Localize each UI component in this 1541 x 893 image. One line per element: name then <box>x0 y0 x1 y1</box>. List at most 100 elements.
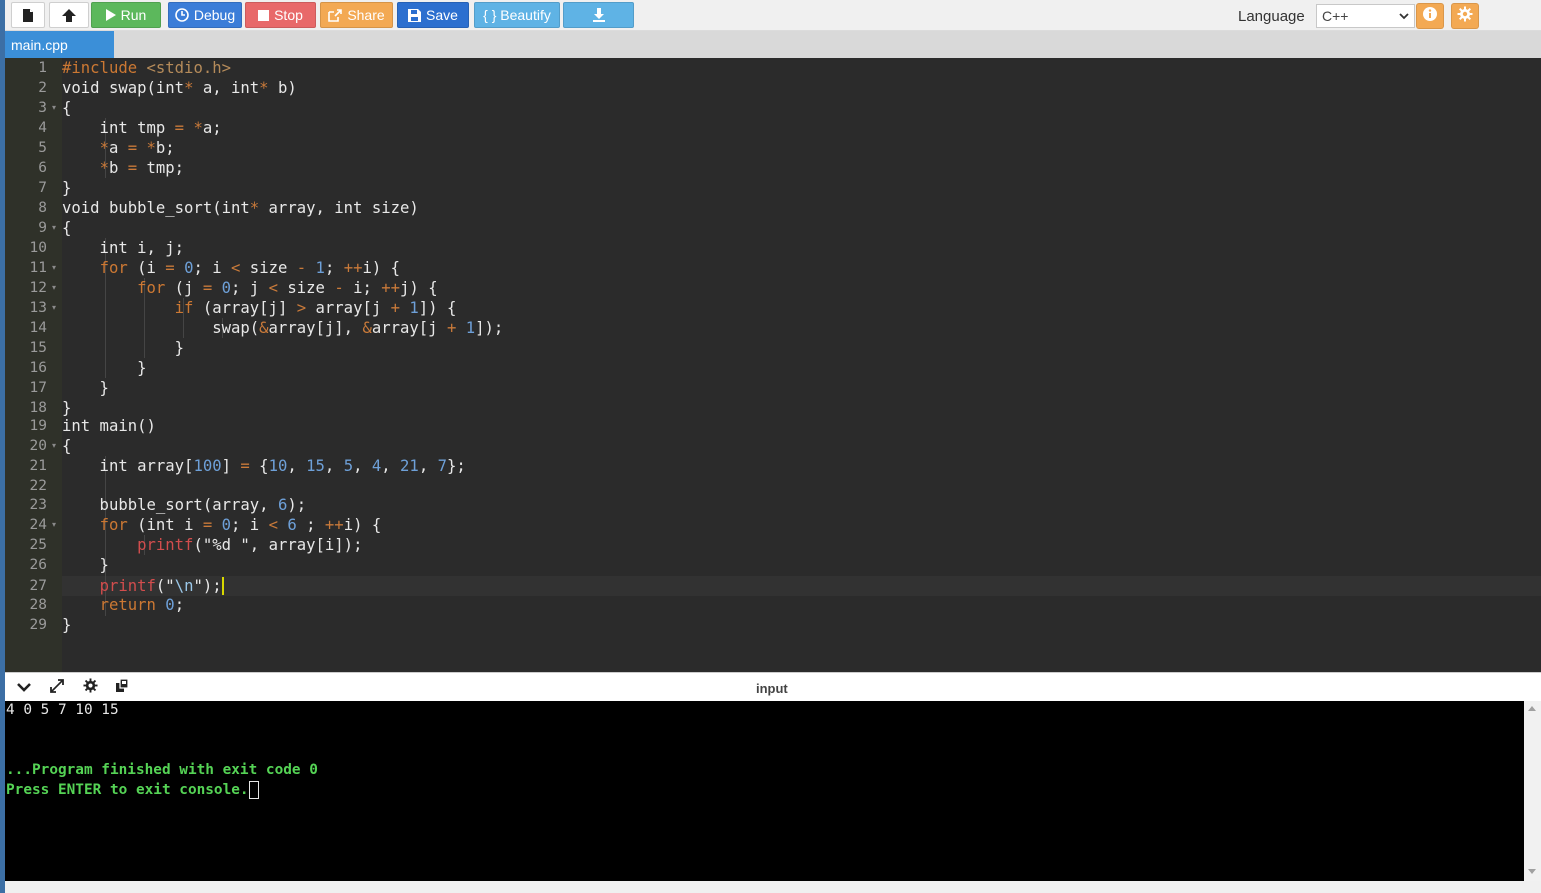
line-number: 2 <box>38 80 47 96</box>
console-toolbar: input <box>5 672 1541 701</box>
settings-button[interactable] <box>1451 3 1479 29</box>
console-copy-button[interactable] <box>113 678 131 696</box>
tab-main-cpp[interactable]: main.cpp <box>5 31 114 58</box>
code-line: void swap(int* a, int* b) <box>62 79 297 97</box>
beautify-label: { } Beautify <box>483 7 551 23</box>
code-line: *a = *b; <box>99 139 175 157</box>
save-button[interactable]: Save <box>397 2 469 28</box>
tab-label: main.cpp <box>11 36 68 53</box>
line-number: 13 <box>29 300 47 316</box>
language-selected-value: C++ <box>1322 8 1349 24</box>
line-number: 23 <box>29 497 47 513</box>
code-line: for (i = 0; i < size - 1; ++i) { <box>99 259 401 277</box>
code-area[interactable]: #include <stdio.h> void swap(int* a, int… <box>62 58 1541 672</box>
line-number: 6 <box>38 160 47 176</box>
code-line: } <box>62 399 72 417</box>
code-line: int i, j; <box>62 239 185 257</box>
fold-toggle-icon[interactable]: ▾ <box>52 515 56 535</box>
run-button[interactable]: Run <box>91 2 161 28</box>
online-compiler-window: Run Debug Stop Share Save {} Beautify L… <box>0 0 1541 893</box>
stop-button[interactable]: Stop <box>245 2 316 28</box>
line-number: 21 <box>29 458 47 474</box>
language-label: Language <box>1238 8 1305 25</box>
line-number: 11 <box>29 260 47 276</box>
fold-toggle-icon[interactable]: ▾ <box>52 258 56 278</box>
code-line: int main() <box>62 417 156 435</box>
download-button[interactable] <box>563 2 634 28</box>
toolbar: Run Debug Stop Share Save {} Beautify L… <box>5 0 1541 31</box>
code-line: { <box>62 437 72 455</box>
code-line: for (int i = 0; i < 6 ; ++i) { <box>99 516 382 534</box>
line-number: 8 <box>38 200 47 216</box>
terminal-cursor <box>248 781 259 799</box>
line-number: 19 <box>29 418 47 434</box>
share-button[interactable]: Share <box>320 2 393 28</box>
info-icon <box>1422 6 1438 27</box>
code-line-active: printf("\n"); <box>99 577 224 595</box>
code-line: { <box>62 219 72 237</box>
share-icon <box>328 8 343 22</box>
expand-console-button[interactable] <box>48 678 66 699</box>
code-line: } <box>62 556 109 574</box>
console-output[interactable]: 4 0 5 7 10 15 ...Program finished with e… <box>5 701 1524 881</box>
code-line: } <box>62 179 72 197</box>
upload-icon <box>61 8 77 23</box>
code-line: void bubble_sort(int* array, int size) <box>62 199 419 217</box>
debug-button[interactable]: Debug <box>168 2 242 28</box>
language-select[interactable]: C++ <box>1316 4 1415 28</box>
line-number: 4 <box>38 120 47 136</box>
line-number: 20 <box>29 438 47 454</box>
save-label: Save <box>426 7 458 23</box>
line-number: 27 <box>29 578 47 594</box>
output-line-exit-code: ...Program finished with exit code 0 <box>6 762 318 778</box>
press-enter-text: Press ENTER to exit console. <box>6 782 249 798</box>
run-label: Run <box>120 7 147 23</box>
new-file-button[interactable] <box>11 2 45 28</box>
code-line: #include <stdio.h> <box>62 59 231 77</box>
line-number: 14 <box>29 320 47 336</box>
code-line: int array[100] = {10, 15, 5, 4, 21, 7}; <box>62 457 466 475</box>
line-number: 25 <box>29 537 47 553</box>
upload-button[interactable] <box>49 2 89 28</box>
line-number: 17 <box>29 380 47 396</box>
save-icon <box>408 8 422 22</box>
console-scrollbar[interactable] <box>1524 701 1541 881</box>
line-number: 24 <box>29 517 47 533</box>
stop-icon <box>258 9 270 21</box>
clock-icon <box>175 8 189 22</box>
fold-toggle-icon[interactable]: ▾ <box>52 298 56 318</box>
code-editor[interactable]: 1 2 3 ▾ 4 5 6 7 8 9 ▾ 10 11 ▾ 12 ▾ 13 ▾ 14 15 16 17 18 19 20 ▾ 21 2… <box>5 58 1541 672</box>
collapse-console-button[interactable] <box>15 680 33 696</box>
line-number: 26 <box>29 557 47 573</box>
code-line: swap(&array[j], &array[j + 1]); <box>62 319 504 337</box>
play-icon <box>105 9 116 21</box>
stop-label: Stop <box>274 7 303 23</box>
line-number: 5 <box>38 140 47 156</box>
text-cursor <box>221 577 224 595</box>
beautify-button[interactable]: { } Beautify <box>474 2 560 28</box>
fold-toggle-icon[interactable]: ▾ <box>52 436 56 456</box>
file-icon <box>22 8 34 23</box>
code-line: } <box>62 616 72 634</box>
code-line: for (j = 0; j < size - i; ++j) { <box>137 279 438 297</box>
share-label: Share <box>347 7 385 23</box>
line-number: 29 <box>29 617 47 633</box>
scroll-down-arrow-icon[interactable] <box>1528 869 1536 874</box>
fold-toggle-icon[interactable]: ▾ <box>52 218 56 238</box>
gear-icon <box>1457 6 1473 27</box>
scroll-up-arrow-icon[interactable] <box>1528 706 1536 711</box>
info-button[interactable] <box>1416 3 1444 29</box>
chevron-down-icon <box>1398 9 1410 25</box>
fold-toggle-icon[interactable]: ▾ <box>52 278 56 298</box>
console-settings-button[interactable] <box>81 678 99 696</box>
expand-icon <box>49 678 65 699</box>
code-line: int tmp = *a; <box>62 119 222 137</box>
chevron-down-icon <box>17 679 31 697</box>
fold-toggle-icon[interactable]: ▾ <box>52 98 56 118</box>
line-number: 16 <box>29 360 47 376</box>
bottom-strip <box>5 881 1541 893</box>
code-line: return 0; <box>99 596 185 614</box>
line-number: 3 <box>38 100 47 116</box>
code-line: } <box>62 379 109 397</box>
